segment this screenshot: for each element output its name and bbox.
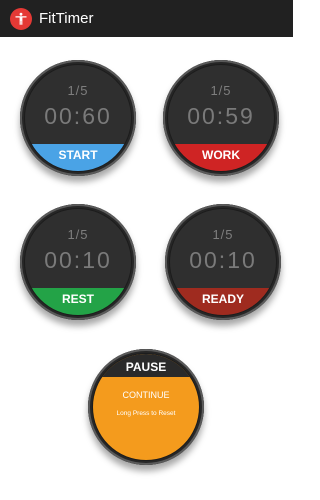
watch-face: 1/5 00:60 START bbox=[25, 65, 131, 171]
app-title: FitTimer bbox=[39, 10, 94, 27]
timer-display: 00:10 bbox=[44, 247, 112, 273]
round-counter: 1/5 bbox=[67, 83, 89, 98]
ready-button[interactable]: READY bbox=[170, 288, 276, 315]
timer-display: 00:60 bbox=[44, 103, 112, 129]
round-counter: 1/5 bbox=[67, 227, 89, 242]
round-counter: 1/5 bbox=[212, 227, 234, 242]
app-bar: FitTimer bbox=[0, 0, 293, 37]
work-button[interactable]: WORK bbox=[168, 144, 274, 171]
continue-button[interactable]: CONTINUE bbox=[93, 390, 199, 400]
timer-display: 00:10 bbox=[189, 247, 257, 273]
watch-face: 1/5 00:59 WORK bbox=[168, 65, 274, 171]
timer-display: 00:59 bbox=[187, 103, 255, 129]
watch-rest[interactable]: 1/5 00:10 REST bbox=[20, 204, 136, 320]
watch-face: 1/5 00:10 READY bbox=[170, 209, 276, 315]
reset-hint: Long Press to Reset bbox=[116, 410, 176, 417]
watch-face: PAUSE CONTINUE Long Press to Reset bbox=[93, 354, 199, 460]
start-button[interactable]: START bbox=[25, 144, 131, 171]
pause-title: PAUSE bbox=[93, 354, 199, 377]
watch-ready[interactable]: 1/5 00:10 READY bbox=[165, 204, 281, 320]
watch-pause[interactable]: PAUSE CONTINUE Long Press to Reset bbox=[88, 349, 204, 465]
round-counter: 1/5 bbox=[210, 83, 232, 98]
watch-work[interactable]: 1/5 00:59 WORK bbox=[163, 60, 279, 176]
watch-start[interactable]: 1/5 00:60 START bbox=[20, 60, 136, 176]
fitness-person-icon bbox=[10, 7, 32, 30]
rest-button[interactable]: REST bbox=[25, 288, 131, 315]
watch-face: 1/5 00:10 REST bbox=[25, 209, 131, 315]
